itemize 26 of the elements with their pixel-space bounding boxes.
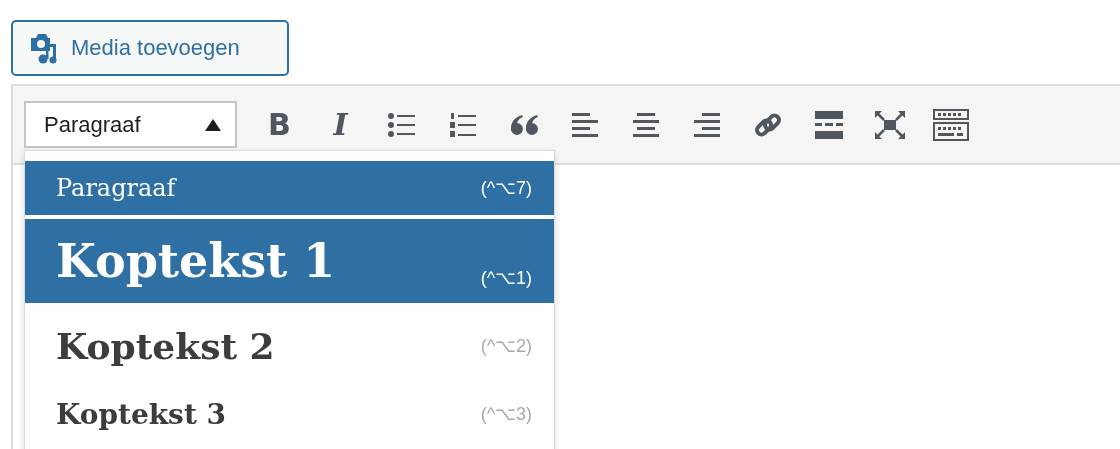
align-right-icon [693, 112, 720, 137]
bullet-list-icon [387, 112, 416, 137]
format-label: Paragraaf [56, 174, 176, 202]
keyboard-icon [932, 108, 969, 141]
format-menu-item[interactable]: Koptekst 2 (^⌥2) [25, 303, 554, 389]
format-label: Koptekst 1 [56, 234, 336, 288]
format-dropdown[interactable]: Paragraaf [24, 101, 237, 148]
italic-button[interactable]: I [310, 100, 371, 149]
quote-icon [509, 113, 538, 136]
read-more-icon [814, 110, 843, 139]
bold-button[interactable]: B [249, 100, 310, 149]
caret-up-icon [205, 118, 221, 131]
format-label: Koptekst 2 [56, 325, 275, 367]
shortcut-label: (^⌥7) [480, 177, 532, 199]
format-menu-item[interactable]: Koptekst 3 (^⌥3) [25, 389, 554, 439]
fullscreen-icon [873, 109, 906, 140]
numbered-list-icon [449, 111, 476, 138]
format-menu-item[interactable]: Koptekst 1 (^⌥1) [25, 219, 554, 303]
shortcut-label: (^⌥3) [480, 403, 532, 425]
align-center-icon [632, 112, 659, 137]
align-left-icon [571, 112, 598, 137]
shortcut-label: (^⌥2) [480, 335, 532, 357]
format-label: Koptekst 3 [56, 397, 227, 431]
add-media-button[interactable]: Media toevoegen [11, 20, 289, 76]
shortcut-label: (^⌥1) [480, 267, 532, 289]
format-menu-item[interactable]: Paragraaf (^⌥7) [25, 161, 554, 215]
